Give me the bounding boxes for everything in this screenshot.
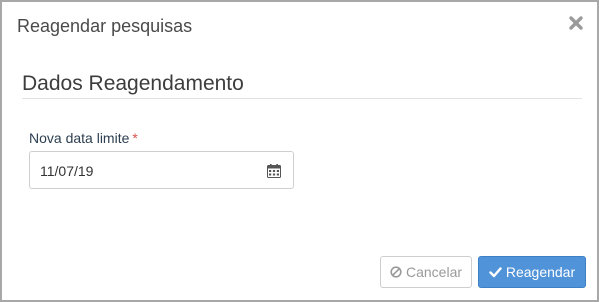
date-field[interactable]: [29, 151, 294, 189]
close-button[interactable]: [565, 12, 587, 34]
cancel-button[interactable]: Cancelar: [380, 256, 472, 288]
check-icon: [489, 267, 502, 278]
date-input[interactable]: [40, 160, 260, 182]
cancel-label: Cancelar: [405, 264, 463, 280]
calendar-icon[interactable]: [267, 164, 281, 178]
required-marker: *: [132, 130, 138, 146]
close-icon: [569, 16, 583, 30]
ban-icon: [390, 266, 402, 278]
field-label-text: Nova data limite: [29, 130, 130, 146]
field-label: Nova data limite *: [29, 129, 138, 147]
section-title: Dados Reagendamento: [22, 72, 244, 95]
reschedule-modal: Reagendar pesquisas Dados Reagendamento …: [0, 0, 599, 302]
reschedule-button[interactable]: Reagendar: [478, 256, 586, 288]
modal-title: Reagendar pesquisas: [17, 16, 193, 36]
reschedule-label: Reagendar: [505, 264, 576, 280]
section-divider: [22, 98, 582, 99]
